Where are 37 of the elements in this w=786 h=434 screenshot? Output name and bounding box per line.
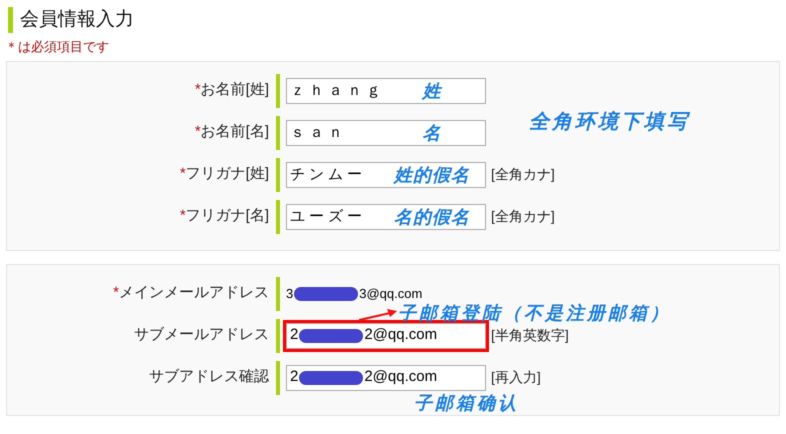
annotation-text: 子邮箱登陆（不是注册邮箱） <box>398 304 671 322</box>
field-text-end: 2@qq.com <box>364 325 438 346</box>
field-hint: [半角英数字] <box>491 326 569 345</box>
field-text-end: 2@qq.com <box>364 367 438 388</box>
required-mark: * <box>194 80 201 100</box>
field-label: フリガナ[名] <box>186 206 269 226</box>
field-label: サブアドレス確認 <box>149 367 269 388</box>
field-text-end: 3@qq.com <box>359 284 422 303</box>
required-mark: * <box>113 283 119 304</box>
annotation-text: 姓 <box>422 82 442 100</box>
arrow-icon <box>358 308 398 320</box>
field-label: サブメールアドレス <box>134 325 269 346</box>
field-hint: [全角カナ] <box>491 207 555 226</box>
redaction-mark <box>294 286 358 300</box>
annotation-text: 名的假名 <box>394 208 470 226</box>
required-mark: * <box>194 122 201 142</box>
field-text-start: 2 <box>290 325 298 346</box>
field-label: メインメールアドレス <box>119 283 269 304</box>
field-label: お名前[名] <box>200 122 269 142</box>
email-field[interactable]: 2 2@qq.com <box>286 364 486 390</box>
field-hint: [再入力] <box>491 368 541 387</box>
required-mark: * <box>180 206 186 226</box>
field-label: お名前[姓] <box>200 80 269 100</box>
field-label: フリガナ[姓] <box>186 164 269 184</box>
page-title: 会員情報入力 <box>20 8 134 32</box>
field-text-start: 2 <box>290 367 298 388</box>
required-mark: * <box>180 164 186 184</box>
field-text-start: 3 <box>286 284 294 303</box>
annotation-text: 子邮箱确认 <box>414 394 519 412</box>
redaction-mark <box>299 370 364 384</box>
field-hint: [全角カナ] <box>491 165 555 184</box>
redaction-mark <box>299 328 364 342</box>
required-note: ＊は必須項目です <box>5 38 110 56</box>
title-accent-bar <box>8 7 13 33</box>
annotation-text: 名 <box>422 124 442 142</box>
annotation-text: 全角环境下填写 <box>529 112 690 132</box>
annotation-text: 姓的假名 <box>394 166 470 184</box>
